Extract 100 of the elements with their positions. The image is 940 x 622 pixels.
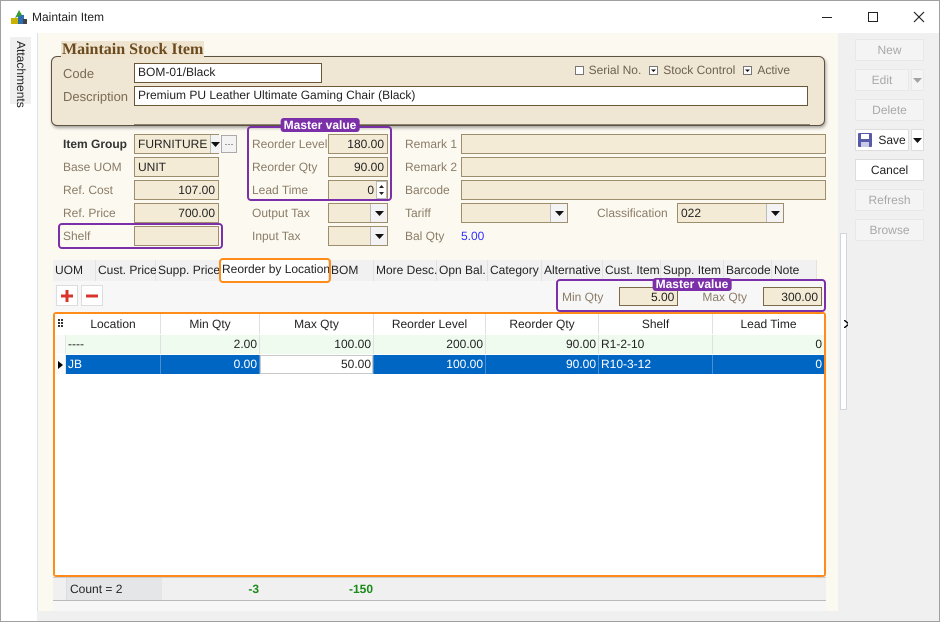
caret-icon [913,78,922,82]
field-label: Classification [597,206,669,220]
add-button[interactable] [56,285,78,306]
checkbox-label: Active [757,63,790,77]
column-header[interactable]: Location [66,314,161,334]
caret-icon [770,210,780,216]
field-label: Description [63,88,130,104]
checkbox-label: Serial No. [588,63,642,77]
tab[interactable]: UOM [53,260,96,281]
table-cell: 0 [713,335,824,354]
quantity-value: 5.00 [461,229,486,243]
number-field[interactable]: 5.00 [619,287,678,306]
dropdown-field[interactable]: 022 [677,203,784,223]
maximize-icon[interactable] [867,11,879,23]
field-label: Output Tax [252,206,311,220]
field-label: Code [63,66,96,80]
menu-arrow-button[interactable] [911,129,924,151]
field-label: Base UOM [63,160,123,174]
caret-icon [913,138,922,142]
action-button[interactable]: Save [855,129,909,151]
tab[interactable]: Alternative [542,260,603,281]
action-button[interactable]: Cancel [855,159,924,181]
field-label: Input Tax [252,229,302,243]
dropdown-field[interactable] [328,226,388,246]
number-field[interactable]: 107.00 [134,180,219,200]
number-field[interactable]: 180.00 [328,134,388,154]
tab[interactable]: Opn Bal. [437,260,488,281]
remove-button[interactable] [81,285,103,306]
field-label: Min Qty [562,290,604,304]
record-count: Count = 2 [70,582,122,596]
row-pointer-icon [58,360,62,368]
column-header[interactable]: Shelf [599,314,713,334]
field-label: Bal Qty [405,229,446,243]
field-label: Ref. Price [63,206,117,220]
form-title: Maintain Stock Item [61,41,204,58]
caret-icon [211,142,220,146]
table-cell: 50.00 [260,355,374,374]
tab[interactable]: Supp. Price [156,260,221,281]
field-label: Ref. Cost [63,183,114,197]
field-label: Reorder Level [252,137,328,151]
number-field[interactable]: 300.00 [763,287,822,306]
column-total: -3 [248,582,259,596]
text-field[interactable] [134,226,219,246]
tab[interactable]: Note [772,260,817,281]
window-title: Maintain Item [32,10,104,24]
checkbox[interactable] [743,66,752,74]
field-label: Reorder Qty [252,160,318,174]
table-cell: JB [66,355,161,374]
field-label: Barcode [405,183,451,197]
field-label: Max Qty [702,290,747,304]
column-header[interactable]: Reorder Level [374,314,486,334]
text-field[interactable]: Premium PU Leather Ultimate Gaming Chair (Black) [134,86,808,106]
field-label: Shelf [63,229,92,243]
tab[interactable]: BOM [329,260,374,281]
field-label: Lead Time [252,183,310,197]
caret-icon [554,210,564,216]
spinner-icon[interactable] [376,181,387,199]
text-field[interactable] [461,157,826,177]
caret-icon [374,210,384,216]
table-cell: 200.00 [374,335,486,354]
table-cell: 100.00 [260,335,374,354]
number-field[interactable]: 700.00 [134,203,219,223]
text-field[interactable]: BOM-01/Black [134,63,322,83]
field-label: Item Group [63,137,128,151]
close-icon[interactable] [913,11,925,23]
column-total: -150 [348,582,373,596]
table-cell: R1-2-10 [599,335,713,354]
tab[interactable]: Reorder by Location [221,260,329,281]
lookup-button[interactable]: ··· [221,135,237,153]
plus-icon [61,290,73,302]
field-label: Remark 2 [405,160,458,174]
table-cell: 90.00 [486,335,599,354]
app-icon [10,9,28,25]
tab[interactable]: Category [488,260,542,281]
text-field[interactable] [461,180,826,200]
callout-label: Master value [280,118,360,132]
tab[interactable]: More Desc. [374,260,437,281]
column-header[interactable]: Max Qty [260,314,374,334]
number-field[interactable]: 0 [328,180,388,200]
column-header[interactable]: Min Qty [161,314,260,334]
field-label: Tariff [405,206,432,220]
text-field[interactable]: UNIT [134,157,219,177]
table-cell: ---- [66,335,161,354]
tab[interactable]: Barcode [724,260,772,281]
tab[interactable]: Cust. Item [603,260,661,281]
checkbox[interactable] [574,66,584,74]
text-field[interactable] [461,134,826,154]
checkbox[interactable] [649,66,658,74]
dropdown-field[interactable] [328,203,388,223]
dropdown-field[interactable] [461,203,568,223]
callout-label: Master value [652,278,732,291]
tab[interactable]: Cust. Price [96,260,156,281]
field-label: Remark 1 [405,137,458,151]
number-field[interactable]: 90.00 [328,157,388,177]
column-header[interactable]: Lead Time [713,314,824,334]
column-header[interactable]: Reorder Qty [486,314,599,334]
checkbox-label: Stock Control [663,63,736,77]
scrollbar[interactable] [840,233,846,410]
dropdown-field[interactable]: FURNITURE [134,134,219,154]
table-cell: 2.00 [161,335,260,354]
